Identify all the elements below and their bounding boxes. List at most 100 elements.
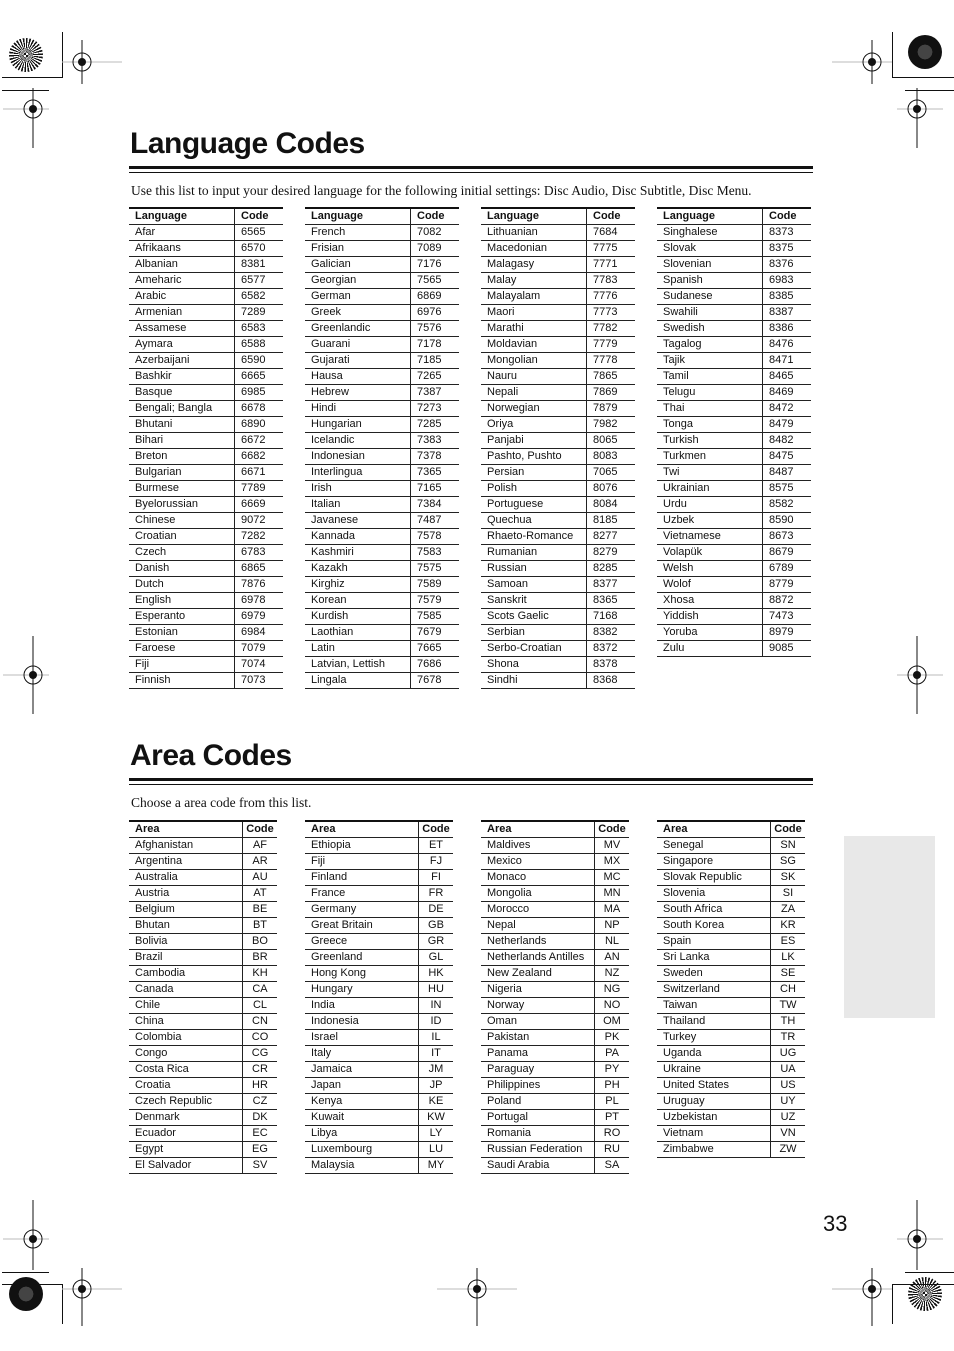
row-name: Bihari [129,432,235,449]
row-name: Estonian [129,624,235,641]
row-code: BT [242,917,277,934]
row-code: 8185 [586,512,635,529]
row-code: SG [770,853,805,870]
area-row: Finland FI [305,869,453,886]
row-code: 7684 [586,224,635,241]
row-code: 7665 [410,640,459,657]
row-code: 7585 [410,608,459,625]
row-name: Swahili [657,304,763,321]
language-row: Italian 7384 [305,496,459,513]
language-row: Lingala 7678 [305,672,459,689]
row-name: Lingala [305,672,411,689]
row-name: Slovenian [657,256,763,273]
row-code: 7589 [410,576,459,593]
row-name: Tagalog [657,336,763,353]
row-name: Icelandic [305,432,411,449]
row-name: Uzbek [657,512,763,529]
row-name: Kannada [305,528,411,545]
row-name: Hebrew [305,384,411,401]
row-name: Jamaica [305,1061,419,1078]
area-row: Italy IT [305,1045,453,1062]
row-code: ET [418,837,453,854]
area-row: Maldives MV [481,837,629,854]
language-row: Hausa 7265 [305,368,459,385]
area-row: Pakistan PK [481,1029,629,1046]
row-name: Twi [657,464,763,481]
heading-rule [129,784,813,785]
language-row: Telugu 8469 [657,384,811,401]
row-code: 6590 [234,352,283,369]
area-row: Israel IL [305,1029,453,1046]
area-row: Philippines PH [481,1077,629,1094]
row-code: 8368 [586,672,635,689]
language-row: Bashkir 6665 [129,368,283,385]
area-row: Greenland GL [305,949,453,966]
language-row: Galician 7176 [305,256,459,273]
row-code: 6783 [234,544,283,561]
row-code: 8382 [586,624,635,641]
area-row: Ecuador EC [129,1125,277,1142]
row-code: 6890 [234,416,283,433]
area-row: Spain ES [657,933,805,950]
row-code: AF [242,837,277,854]
row-name: Turkmen [657,448,763,465]
language-row: Kurdish 7585 [305,608,459,625]
row-code: LU [418,1141,453,1158]
area-row: Colombia CO [129,1029,277,1046]
language-row: Bhutani 6890 [129,416,283,433]
row-name: Kazakh [305,560,411,577]
row-code: PK [594,1029,629,1046]
row-code: 7583 [410,544,459,561]
row-code: 7879 [586,400,635,417]
language-row: Korean 7579 [305,592,459,609]
row-code: 8469 [762,384,811,401]
language-row: Byelorussian 6669 [129,496,283,513]
row-code: UY [770,1093,805,1110]
area-row: Congo CG [129,1045,277,1062]
row-name: Italy [305,1045,419,1062]
row-name: Kurdish [305,608,411,625]
row-name: Singapore [657,853,771,870]
row-name: Faroese [129,640,235,657]
language-row: Malayalam 7776 [481,288,635,305]
row-code: TH [770,1013,805,1030]
language-row: Quechua 8185 [481,512,635,529]
row-name: Armenian [129,304,235,321]
row-code: 6979 [234,608,283,625]
row-name: Zulu [657,640,763,657]
area-row: Kenya KE [305,1093,453,1110]
row-code: TR [770,1029,805,1046]
language-row: Persian 7065 [481,464,635,481]
color-registration-wheel-icon [908,1277,942,1311]
language-row: Rhaeto-Romance 8277 [481,528,635,545]
row-name: Portuguese [481,496,587,513]
row-name: Taiwan [657,997,771,1014]
row-code: 8076 [586,480,635,497]
row-name: Italian [305,496,411,513]
area-row: Zimbabwe ZW [657,1141,805,1158]
table-header-row: Area Code [129,820,277,838]
row-code: 6976 [410,304,459,321]
row-code: 8471 [762,352,811,369]
row-name: Mongolia [481,885,595,902]
row-code: 8465 [762,368,811,385]
row-code: 8277 [586,528,635,545]
row-name: Fiji [305,853,419,870]
row-code: 8482 [762,432,811,449]
row-name: Luxembourg [305,1141,419,1158]
row-code: VN [770,1125,805,1142]
crop-mark [2,77,62,78]
row-name: Laothian [305,624,411,641]
area-row: Panama PA [481,1045,629,1062]
language-code-table: Language Code Afar 6565 Afrikaans 6570 Albania… [129,207,283,689]
row-name: Hong Kong [305,965,419,982]
row-name: Telugu [657,384,763,401]
column-header-name: Area [657,820,771,838]
area-row: China CN [129,1013,277,1030]
row-name: Israel [305,1029,419,1046]
row-name: Bhutani [129,416,235,433]
language-row: Russian 8285 [481,560,635,577]
color-registration-wheel-icon [908,35,942,69]
row-name: Canada [129,981,243,998]
area-row: Saudi Arabia SA [481,1157,629,1174]
